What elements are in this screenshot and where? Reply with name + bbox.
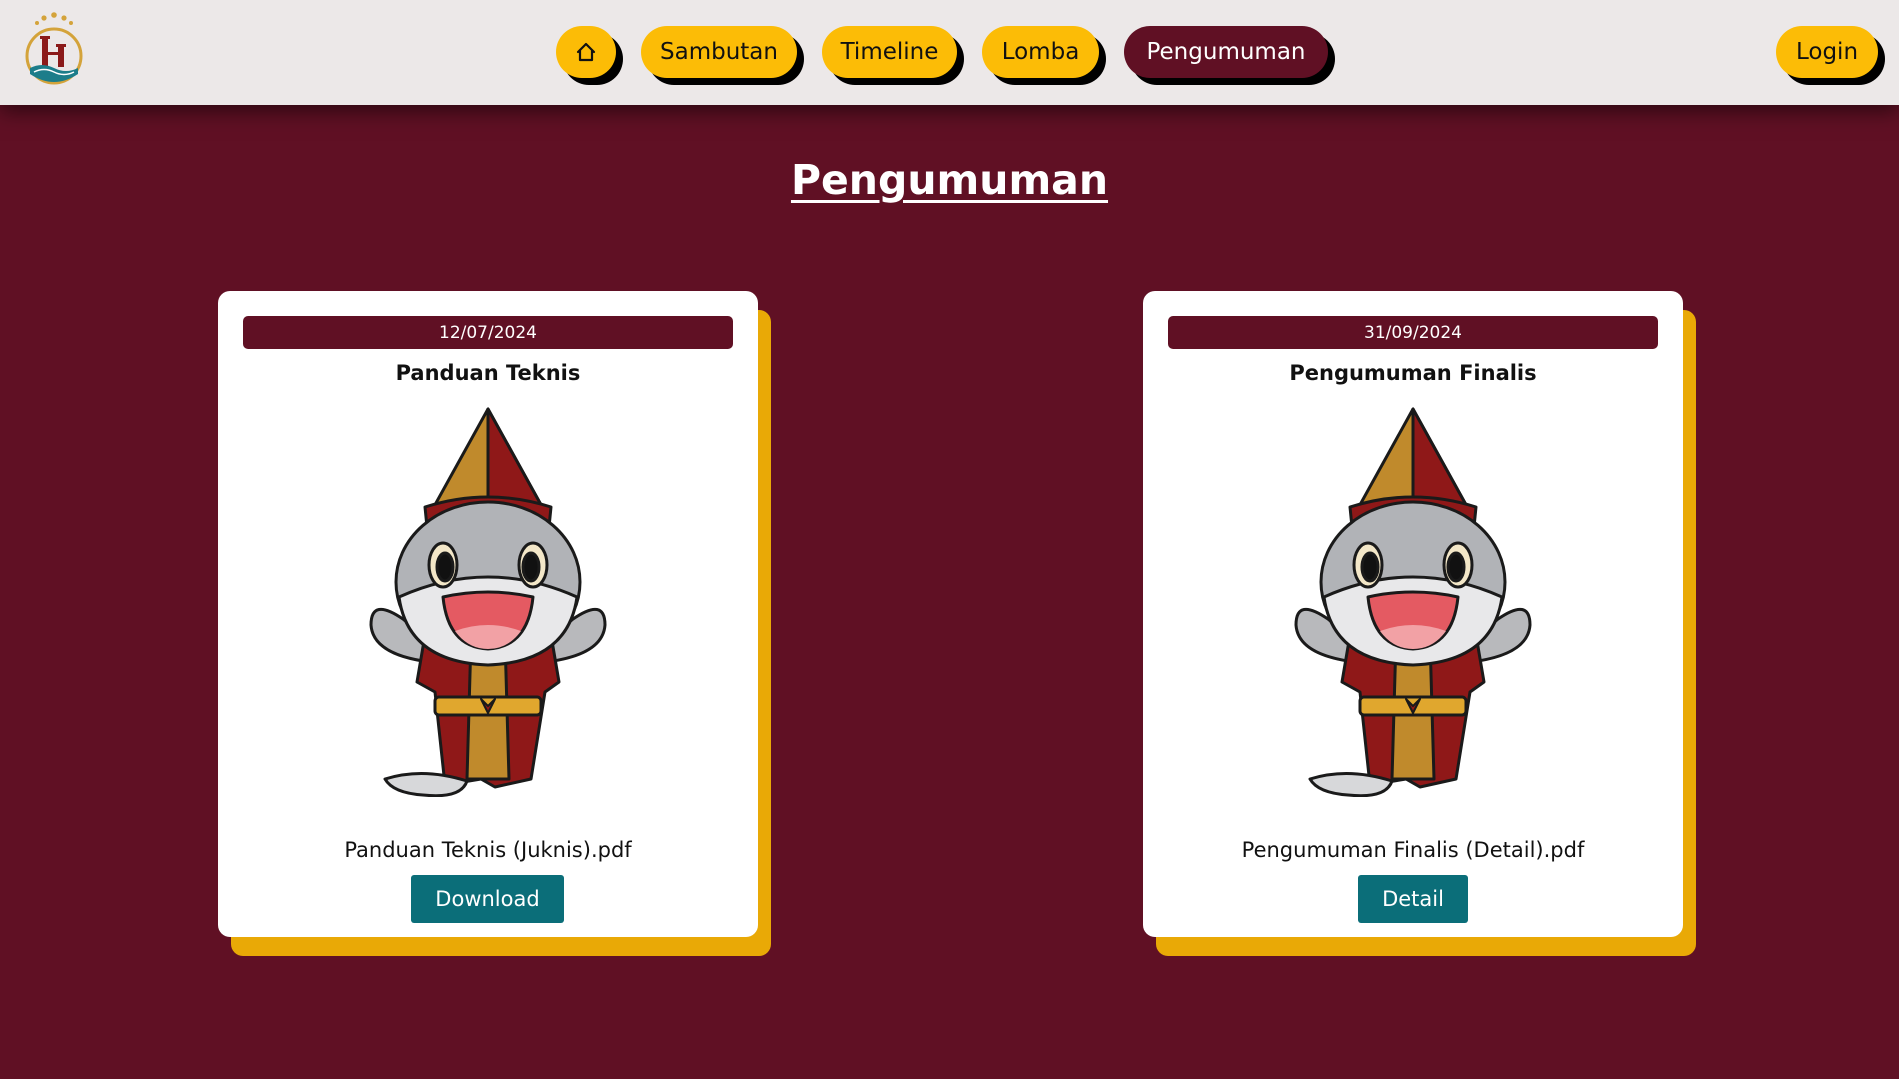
card-title: Panduan Teknis [395,361,581,385]
card-date: 31/09/2024 [1168,316,1658,349]
login-label: Login [1795,39,1859,65]
home-icon [576,42,596,62]
nav-timeline-button[interactable]: Timeline [822,26,957,78]
card-file-name: Panduan Teknis (Juknis).pdf [344,838,632,862]
top-navbar: Sambutan Timeline Lomba Pengumuman Login [0,0,1899,105]
announcement-card: 31/09/2024 Pengumuman Finalis Pengumuman… [1143,291,1683,937]
nav-timeline-label: Timeline [840,39,939,65]
nav-pengumuman-label: Pengumuman [1146,39,1306,65]
card-title: Pengumuman Finalis [1289,361,1537,385]
nav-sambutan-button[interactable]: Sambutan [641,26,797,78]
nav-home-button[interactable] [556,26,616,78]
card-file-name: Pengumuman Finalis (Detail).pdf [1241,838,1585,862]
download-button[interactable]: Download [411,875,564,923]
nav-sambutan-label: Sambutan [660,39,778,65]
login-button[interactable]: Login [1776,26,1878,78]
mascot-illustration-icon [1294,407,1532,797]
detail-button[interactable]: Detail [1358,875,1468,923]
logo-icon[interactable] [22,12,86,90]
page-title: Pengumuman [790,156,1109,204]
mascot-illustration-icon [369,407,607,797]
card-date: 12/07/2024 [243,316,733,349]
nav-lomba-label: Lomba [1001,39,1080,65]
nav-pengumuman-button[interactable]: Pengumuman [1124,26,1328,78]
announcement-card: 12/07/2024 Panduan Teknis Panduan Teknis… [218,291,758,937]
nav-lomba-button[interactable]: Lomba [982,26,1099,78]
